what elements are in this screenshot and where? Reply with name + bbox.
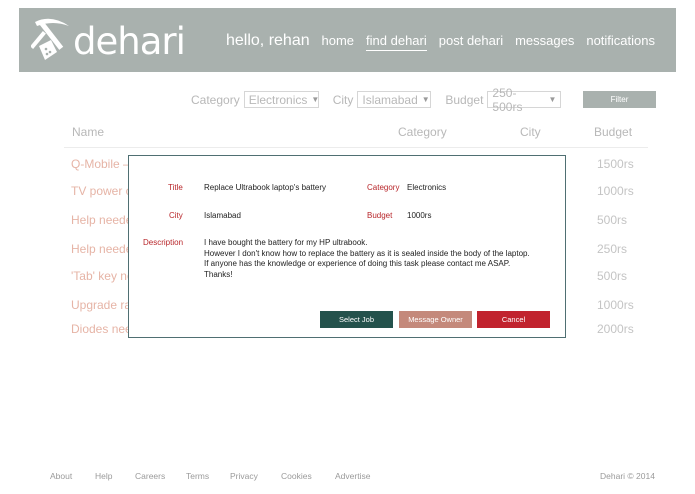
message-owner-button[interactable]: Message Owner (399, 311, 472, 328)
column-budget[interactable]: Budget (594, 125, 632, 139)
job-name[interactable]: Help neede (71, 213, 131, 227)
job-budget: 1500rs (597, 157, 634, 171)
nav-post-dehari[interactable]: post dehari (439, 32, 503, 51)
job-budget: 1000rs (597, 184, 634, 198)
job-name[interactable]: Help neede (71, 242, 131, 256)
category-select-value: Electronics (248, 92, 308, 107)
select-job-button[interactable]: Select Job (320, 311, 393, 328)
budget-filter-label: Budget (445, 92, 484, 107)
brand-name[interactable]: dehari (73, 22, 186, 62)
job-budget: 2000rs (597, 322, 634, 336)
description-line: I have bought the battery for my HP ultr… (204, 238, 368, 247)
city-select-value: Islamabad (362, 92, 418, 107)
nav-home[interactable]: home (322, 32, 355, 51)
filter-button[interactable]: Filter (583, 91, 656, 108)
nav-find-dehari[interactable]: find dehari (366, 32, 427, 51)
main-nav: home find dehari post dehari messages no… (322, 32, 655, 51)
logo-icon[interactable] (31, 16, 73, 62)
city-value: Islamabad (204, 211, 241, 220)
job-name[interactable]: 'Tab' key no (71, 269, 131, 283)
table-divider (64, 147, 648, 148)
chevron-down-icon: ▼ (548, 95, 557, 104)
budget-select-value: 250-500rs (492, 85, 523, 114)
description-text: I have bought the battery for my HP ultr… (204, 238, 554, 280)
footer-link-terms[interactable]: Terms (186, 471, 209, 481)
column-name[interactable]: Name (72, 125, 104, 139)
budget-label: Budget (367, 211, 393, 220)
top-header: dehari hello, rehan home find dehari pos… (19, 8, 676, 72)
copyright: Dehari © 2014 (600, 471, 655, 481)
job-budget: 500rs (597, 269, 628, 283)
nav-messages[interactable]: messages (515, 32, 574, 51)
footer: About Help Careers Terms Privacy Cookies… (0, 471, 695, 483)
footer-link-careers[interactable]: Careers (135, 471, 165, 481)
job-budget: 500rs (597, 213, 628, 227)
job-budget: 1000rs (597, 298, 634, 312)
description-line: Thanks! (204, 269, 233, 279)
title-value: Replace Ultrabook laptop's battery (204, 183, 327, 192)
description-line: If anyone has the knowledge or experienc… (204, 259, 511, 268)
category-value: Electronics (407, 183, 447, 192)
city-select[interactable]: Islamabad ▼ (357, 91, 432, 108)
job-name[interactable]: Q-Mobile – (71, 157, 131, 171)
footer-link-privacy[interactable]: Privacy (230, 471, 258, 481)
category-filter-label: Category (191, 92, 240, 107)
footer-link-about[interactable]: About (50, 471, 72, 481)
job-name[interactable]: Diodes nee (71, 322, 131, 336)
category-select[interactable]: Electronics ▼ (243, 91, 320, 108)
description-label: Description (143, 238, 184, 247)
title-label: Title (168, 183, 183, 192)
budget-value: 1000rs (407, 211, 432, 220)
page: dehari hello, rehan home find dehari pos… (0, 0, 695, 494)
job-name[interactable]: Upgrade ra (71, 298, 131, 312)
nav-notifications[interactable]: notifications (586, 32, 655, 51)
budget-select[interactable]: 250-500rs ▼ (487, 86, 562, 114)
job-details-modal: Title Replace Ultrabook laptop's battery… (128, 155, 566, 338)
table-header: Name Category City Budget (0, 125, 695, 145)
filter-bar: Category Electronics ▼ City Islamabad ▼ … (191, 86, 575, 114)
column-category[interactable]: Category (398, 125, 447, 139)
chevron-down-icon: ▼ (421, 95, 430, 104)
job-budget: 250rs (597, 242, 628, 256)
job-name[interactable]: TV power c (71, 184, 131, 198)
category-label: Category (367, 183, 400, 192)
footer-link-cookies[interactable]: Cookies (281, 471, 312, 481)
description-line: However I don't know how to replace the … (204, 248, 530, 258)
column-city[interactable]: City (520, 125, 541, 139)
footer-link-advertise[interactable]: Advertise (335, 471, 370, 481)
footer-link-help[interactable]: Help (95, 471, 112, 481)
cancel-button[interactable]: Cancel (477, 311, 550, 328)
city-label: City (169, 211, 183, 220)
user-greeting: hello, rehan (226, 32, 310, 49)
city-filter-label: City (332, 92, 354, 107)
chevron-down-icon: ▼ (311, 95, 320, 104)
